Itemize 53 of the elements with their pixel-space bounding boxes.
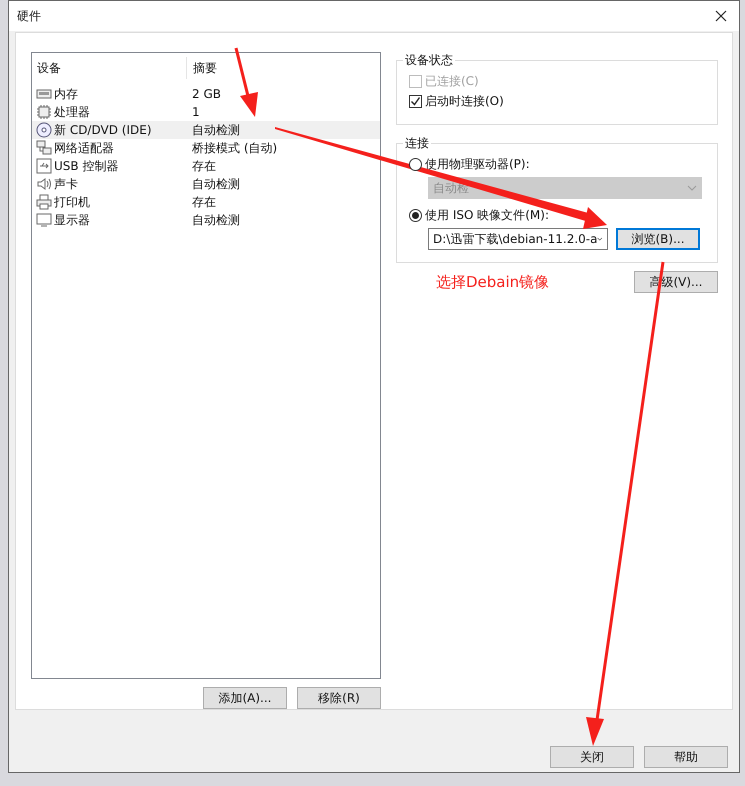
device-row[interactable]: 内存 2 GB: [32, 85, 380, 103]
radio-label: 使用物理驱动器(P):: [425, 156, 530, 172]
device-summary: 桥接模式 (自动): [191, 140, 278, 156]
device-summary: 自动检测: [191, 176, 240, 192]
network-icon: [36, 140, 52, 156]
radio-label: 使用 ISO 映像文件(M):: [425, 206, 549, 224]
checkbox-label: 启动时连接(O): [425, 92, 504, 110]
checkbox[interactable]: [409, 94, 422, 108]
speaker-icon: [36, 176, 52, 192]
device-summary: 存在: [191, 194, 216, 210]
device-row[interactable]: 打印机 存在: [32, 193, 380, 211]
browse-button[interactable]: 浏览(B)...: [616, 228, 700, 250]
close-button[interactable]: 关闭: [550, 746, 634, 768]
window-title: 硬件: [17, 8, 41, 24]
disc-icon: [36, 122, 52, 138]
caret-icon: [687, 185, 697, 191]
group-title: 设备状态: [404, 52, 454, 69]
radio-button[interactable]: [409, 208, 422, 222]
device-summary: 存在: [191, 158, 216, 174]
device-name: 显示器: [54, 212, 90, 228]
device-row[interactable]: 处理器 1: [32, 103, 380, 121]
device-summary: 自动检测: [191, 122, 240, 138]
chip-icon: [36, 104, 52, 120]
caret-icon: [597, 236, 603, 242]
close-icon[interactable]: [715, 10, 727, 22]
help-button[interactable]: 帮助: [644, 746, 728, 768]
device-row[interactable]: 显示器 自动检测: [32, 211, 380, 229]
device-name: 处理器: [54, 104, 90, 120]
device-row[interactable]: 声卡 自动检测: [32, 175, 380, 193]
printer-icon: [36, 194, 52, 210]
device-row[interactable]: 网络适配器 桥接模式 (自动): [32, 139, 380, 157]
column-header[interactable]: 设备: [32, 60, 186, 76]
dropdown-field[interactable]: D:\迅雷下载\debian-11.2.0-a: [428, 228, 608, 250]
column-header[interactable]: 摘要: [186, 57, 217, 79]
device-summary: 自动检测: [191, 212, 240, 228]
add-button[interactable]: 添加(A)...: [203, 687, 287, 709]
group-title: 连接: [404, 135, 430, 152]
remove-button[interactable]: 移除(R): [297, 687, 381, 709]
device-name: 内存: [54, 86, 78, 102]
device-summary: 1: [191, 105, 200, 119]
device-name: USB 控制器: [54, 158, 118, 174]
annotation-caption: 选择Debain镜像: [436, 272, 550, 292]
device-name: 声卡: [54, 176, 78, 192]
device-name: 打印机: [54, 194, 90, 210]
usb-icon: [36, 158, 52, 174]
device-row[interactable]: USB 控制器 存在: [32, 157, 380, 175]
device-summary: 2 GB: [191, 87, 221, 101]
checkbox-label: 已连接(C): [425, 72, 479, 90]
device-row[interactable]: 新 CD/DVD (IDE) 自动检测: [32, 121, 380, 139]
device-name: 新 CD/DVD (IDE): [54, 122, 152, 138]
monitor-icon: [36, 212, 52, 228]
device-name: 网络适配器: [54, 140, 114, 156]
annotation-arrow: [234, 48, 258, 117]
